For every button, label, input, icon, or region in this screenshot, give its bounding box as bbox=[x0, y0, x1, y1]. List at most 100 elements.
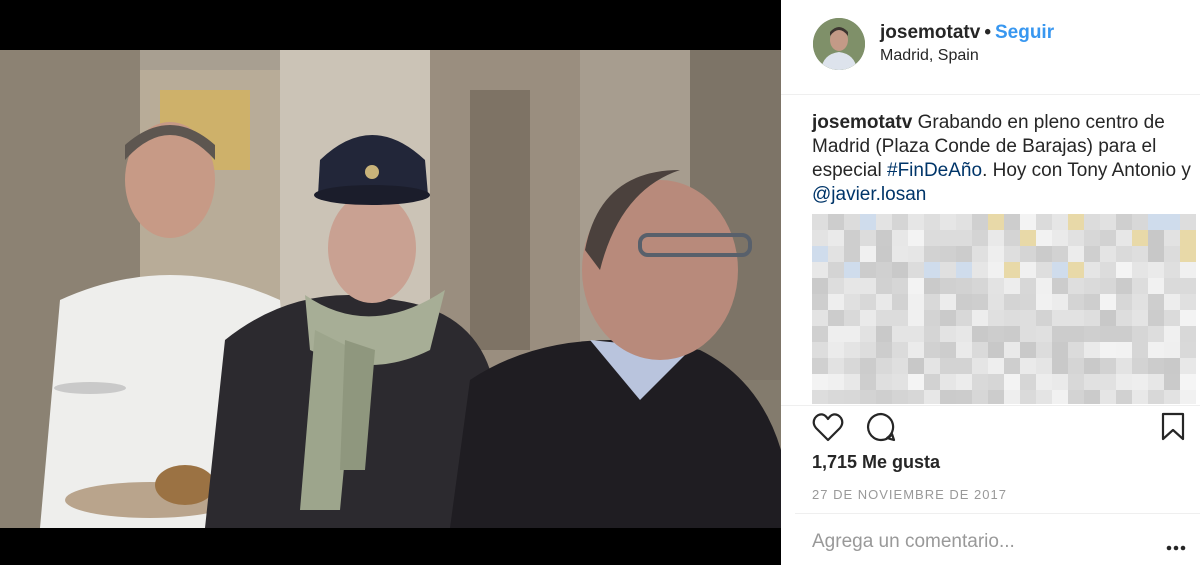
pixel-cell bbox=[1068, 326, 1084, 342]
pixel-cell bbox=[1052, 230, 1068, 246]
pixel-cell bbox=[1084, 214, 1100, 230]
pixel-cell bbox=[860, 374, 876, 390]
pixel-cell bbox=[1164, 294, 1180, 310]
follow-button[interactable]: Seguir bbox=[995, 22, 1054, 43]
location-link[interactable]: Madrid, Spain bbox=[880, 47, 979, 65]
pixel-cell bbox=[1164, 278, 1180, 294]
pixel-cell bbox=[1100, 342, 1116, 358]
pixel-cell bbox=[1052, 214, 1068, 230]
pixel-cell bbox=[972, 342, 988, 358]
pixel-cell bbox=[940, 342, 956, 358]
pixel-cell bbox=[844, 230, 860, 246]
pixel-cell bbox=[1132, 310, 1148, 326]
pixel-cell bbox=[1004, 390, 1020, 404]
pixel-cell bbox=[908, 278, 924, 294]
pixel-cell bbox=[1180, 326, 1196, 342]
pixel-cell bbox=[1036, 310, 1052, 326]
pixel-cell bbox=[1100, 310, 1116, 326]
pixel-cell bbox=[1180, 342, 1196, 358]
comment-icon[interactable] bbox=[865, 412, 897, 447]
pixel-cell bbox=[860, 246, 876, 262]
pixel-cell bbox=[1180, 310, 1196, 326]
pixel-cell bbox=[876, 278, 892, 294]
pixel-cell bbox=[876, 230, 892, 246]
pixel-cell bbox=[1164, 390, 1180, 404]
pixel-cell bbox=[908, 358, 924, 374]
pixel-cell bbox=[1068, 278, 1084, 294]
pixel-cell bbox=[956, 342, 972, 358]
pixel-cell bbox=[892, 262, 908, 278]
pixel-cell bbox=[1148, 262, 1164, 278]
pixel-cell bbox=[988, 246, 1004, 262]
pixel-cell bbox=[924, 342, 940, 358]
avatar-image bbox=[813, 18, 865, 70]
pixel-cell bbox=[1116, 390, 1132, 404]
pixel-cell bbox=[1084, 294, 1100, 310]
pixel-cell bbox=[940, 310, 956, 326]
pixel-cell bbox=[1020, 246, 1036, 262]
comment-input[interactable] bbox=[812, 528, 1142, 556]
pixel-cell bbox=[908, 294, 924, 310]
pixel-cell bbox=[988, 214, 1004, 230]
pixel-cell bbox=[812, 310, 828, 326]
mention-link[interactable]: @javier.losan bbox=[812, 184, 926, 205]
pixel-cell bbox=[1164, 374, 1180, 390]
pixel-cell bbox=[860, 358, 876, 374]
hashtag-link[interactable]: #FinDeAño bbox=[887, 160, 982, 181]
pixel-cell bbox=[1180, 214, 1196, 230]
pixel-cell bbox=[1132, 390, 1148, 404]
heart-icon[interactable] bbox=[812, 412, 844, 447]
pixel-cell bbox=[812, 390, 828, 404]
pixel-cell bbox=[1148, 214, 1164, 230]
post-date[interactable]: 27 DE NOVIEMBRE DE 2017 bbox=[812, 487, 1007, 502]
pixel-cell bbox=[1036, 326, 1052, 342]
pixel-cell bbox=[1052, 390, 1068, 404]
pixel-cell bbox=[908, 390, 924, 404]
pixel-cell bbox=[1052, 246, 1068, 262]
pixel-cell bbox=[812, 326, 828, 342]
pixel-cell bbox=[940, 390, 956, 404]
pixel-cell bbox=[828, 246, 844, 262]
pixel-cell bbox=[892, 374, 908, 390]
pixel-cell bbox=[1116, 230, 1132, 246]
likes-count[interactable]: 1,715 Me gusta bbox=[812, 452, 940, 473]
pixel-cell bbox=[860, 342, 876, 358]
pixel-cell bbox=[908, 374, 924, 390]
pixel-cell bbox=[972, 230, 988, 246]
pixel-cell bbox=[1148, 278, 1164, 294]
pixel-cell bbox=[1084, 342, 1100, 358]
pixel-cell bbox=[860, 214, 876, 230]
pixel-cell bbox=[1132, 262, 1148, 278]
pixel-cell bbox=[844, 214, 860, 230]
pixel-cell bbox=[828, 230, 844, 246]
bookmark-icon[interactable] bbox=[1161, 412, 1185, 447]
pixel-cell bbox=[812, 246, 828, 262]
pixel-cell bbox=[860, 294, 876, 310]
pixel-cell bbox=[860, 230, 876, 246]
pixel-cell bbox=[1004, 310, 1020, 326]
pixel-cell bbox=[1116, 246, 1132, 262]
avatar[interactable] bbox=[813, 18, 865, 70]
pixel-cell bbox=[988, 230, 1004, 246]
comment-bar bbox=[795, 513, 1200, 565]
pixel-cell bbox=[1116, 374, 1132, 390]
more-options-icon[interactable] bbox=[1166, 538, 1186, 556]
pixel-cell bbox=[1020, 342, 1036, 358]
pixel-cell bbox=[892, 294, 908, 310]
pixel-cell bbox=[1100, 278, 1116, 294]
post-header: josemotatv • Seguir Madrid, Spain bbox=[781, 0, 1200, 95]
pixel-cell bbox=[940, 262, 956, 278]
pixel-cell bbox=[1148, 326, 1164, 342]
pixel-cell bbox=[1004, 374, 1020, 390]
username-link[interactable]: josemotatv bbox=[880, 22, 980, 43]
pixel-cell bbox=[1020, 326, 1036, 342]
pixel-cell bbox=[844, 262, 860, 278]
pixel-cell bbox=[924, 214, 940, 230]
pixel-cell bbox=[812, 374, 828, 390]
caption-username[interactable]: josemotatv bbox=[812, 112, 912, 133]
pixel-cell bbox=[1020, 310, 1036, 326]
post-photo[interactable] bbox=[0, 50, 781, 528]
pixel-cell bbox=[940, 246, 956, 262]
pixel-cell bbox=[1180, 230, 1196, 246]
pixel-cell bbox=[1164, 246, 1180, 262]
